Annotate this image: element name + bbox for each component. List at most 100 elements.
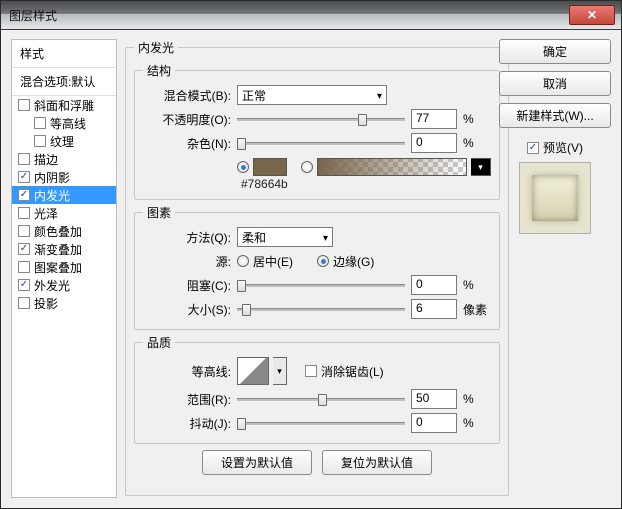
contour-dropdown[interactable]: ▾	[273, 357, 287, 385]
ok-button[interactable]: 确定	[499, 39, 611, 64]
sidebar-item-label: 内阴影	[34, 169, 70, 186]
style-checkbox[interactable]	[18, 189, 30, 201]
preview-label: 预览(V)	[543, 139, 583, 156]
sidebar-item[interactable]: 颜色叠加	[12, 222, 116, 240]
noise-input[interactable]: 0	[411, 133, 457, 153]
noise-unit: %	[463, 136, 491, 150]
size-slider[interactable]	[237, 301, 405, 317]
window-title: 图层样式	[9, 7, 57, 24]
sidebar-item-label: 颜色叠加	[34, 223, 82, 240]
style-checkbox[interactable]	[34, 135, 46, 147]
dialog-window: 图层样式 ✕ 样式 混合选项:默认 斜面和浮雕等高线纹理描边内阴影内发光光泽颜色…	[0, 0, 622, 509]
jitter-unit: %	[463, 416, 491, 430]
sidebar-item[interactable]: 等高线	[12, 114, 116, 132]
jitter-label: 抖动(J):	[143, 415, 233, 432]
preview-group: 预览(V)	[499, 139, 611, 234]
style-checkbox[interactable]	[18, 99, 30, 111]
blend-mode-select[interactable]: 正常	[237, 85, 387, 105]
antialias-checkbox[interactable]	[305, 365, 317, 377]
opacity-slider[interactable]	[237, 111, 405, 127]
sidebar-item-label: 斜面和浮雕	[34, 97, 94, 114]
close-button[interactable]: ✕	[569, 5, 615, 25]
gradient-radio[interactable]	[301, 161, 313, 173]
sidebar-item[interactable]: 投影	[12, 294, 116, 312]
inner-glow-group: 内发光 结构 混合模式(B): 正常 不透明度(O):	[125, 39, 509, 496]
range-label: 范围(R):	[143, 391, 233, 408]
sidebar-item[interactable]: 内阴影	[12, 168, 116, 186]
sidebar-item[interactable]: 渐变叠加	[12, 240, 116, 258]
chevron-down-icon	[323, 230, 328, 244]
range-slider[interactable]	[237, 391, 405, 407]
sidebar-header-blend[interactable]: 混合选项:默认	[12, 67, 116, 96]
structure-legend: 结构	[143, 62, 175, 79]
defaults-button-row: 设置为默认值 复位为默认值	[134, 450, 500, 475]
cancel-button[interactable]: 取消	[499, 71, 611, 96]
style-checkbox[interactable]	[18, 243, 30, 255]
reset-default-button[interactable]: 复位为默认值	[322, 450, 432, 475]
source-edge-label: 边缘(G)	[333, 253, 374, 270]
noise-label: 杂色(N):	[143, 135, 233, 152]
noise-slider[interactable]	[237, 135, 405, 151]
source-label: 源:	[143, 253, 233, 270]
sidebar-item-label: 光泽	[34, 205, 58, 222]
jitter-slider[interactable]	[237, 415, 405, 431]
titlebar: 图层样式 ✕	[1, 1, 621, 30]
style-checkbox[interactable]	[18, 261, 30, 273]
sidebar-item[interactable]: 光泽	[12, 204, 116, 222]
sidebar-header-styles[interactable]: 样式	[12, 40, 116, 67]
range-input[interactable]: 50	[411, 389, 457, 409]
source-center-radio[interactable]	[237, 255, 249, 267]
style-checkbox[interactable]	[34, 117, 46, 129]
color-swatch[interactable]	[253, 158, 287, 176]
style-checkbox[interactable]	[18, 297, 30, 309]
style-checkbox[interactable]	[18, 207, 30, 219]
sidebar-item[interactable]: 外发光	[12, 276, 116, 294]
content-area: 样式 混合选项:默认 斜面和浮雕等高线纹理描边内阴影内发光光泽颜色叠加渐变叠加图…	[1, 30, 621, 508]
close-icon: ✕	[587, 8, 597, 22]
quality-group: 品质 等高线: ▾ 消除锯齿(L) 范围(R): 50	[134, 334, 500, 444]
set-default-button[interactable]: 设置为默认值	[202, 450, 312, 475]
sidebar-item[interactable]: 斜面和浮雕	[12, 96, 116, 114]
style-checkbox[interactable]	[18, 171, 30, 183]
sidebar-item[interactable]: 纹理	[12, 132, 116, 150]
contour-label: 等高线:	[143, 363, 233, 380]
opacity-input[interactable]: 77	[411, 109, 457, 129]
opacity-unit: %	[463, 112, 491, 126]
style-checkbox[interactable]	[18, 279, 30, 291]
choke-unit: %	[463, 278, 491, 292]
size-unit: 像素	[463, 301, 491, 318]
source-edge-radio[interactable]	[317, 255, 329, 267]
technique-select[interactable]: 柔和	[237, 227, 333, 247]
sidebar-item-label: 投影	[34, 295, 58, 312]
sidebar-item-label: 等高线	[50, 115, 86, 132]
range-unit: %	[463, 392, 491, 406]
contour-picker[interactable]	[237, 357, 269, 385]
styles-sidebar: 样式 混合选项:默认 斜面和浮雕等高线纹理描边内阴影内发光光泽颜色叠加渐变叠加图…	[11, 39, 117, 498]
opacity-label: 不透明度(O):	[143, 111, 233, 128]
antialias-label: 消除锯齿(L)	[321, 363, 384, 380]
gradient-dropdown[interactable]: ▾	[471, 158, 491, 176]
choke-label: 阻塞(C):	[143, 277, 233, 294]
sidebar-item[interactable]: 描边	[12, 150, 116, 168]
elements-legend: 图素	[143, 204, 175, 221]
preview-thumbnail	[519, 162, 591, 234]
blend-mode-label: 混合模式(B):	[143, 87, 233, 104]
main-panel: 内发光 结构 混合模式(B): 正常 不透明度(O):	[125, 39, 491, 498]
jitter-input[interactable]: 0	[411, 413, 457, 433]
sidebar-item-label: 纹理	[50, 133, 74, 150]
technique-value: 柔和	[242, 229, 266, 246]
hex-note: #78664b	[241, 177, 491, 191]
preview-checkbox[interactable]	[527, 142, 539, 154]
choke-slider[interactable]	[237, 277, 405, 293]
new-style-button[interactable]: 新建样式(W)...	[499, 103, 611, 128]
sidebar-item[interactable]: 内发光	[12, 186, 116, 204]
choke-input[interactable]: 0	[411, 275, 457, 295]
gradient-bar[interactable]	[317, 158, 467, 176]
style-checkbox[interactable]	[18, 225, 30, 237]
sidebar-item[interactable]: 图案叠加	[12, 258, 116, 276]
style-checkbox[interactable]	[18, 153, 30, 165]
color-radio[interactable]	[237, 161, 249, 173]
sidebar-list: 斜面和浮雕等高线纹理描边内阴影内发光光泽颜色叠加渐变叠加图案叠加外发光投影	[12, 96, 116, 312]
sidebar-item-label: 内发光	[34, 187, 70, 204]
size-input[interactable]: 6	[411, 299, 457, 319]
